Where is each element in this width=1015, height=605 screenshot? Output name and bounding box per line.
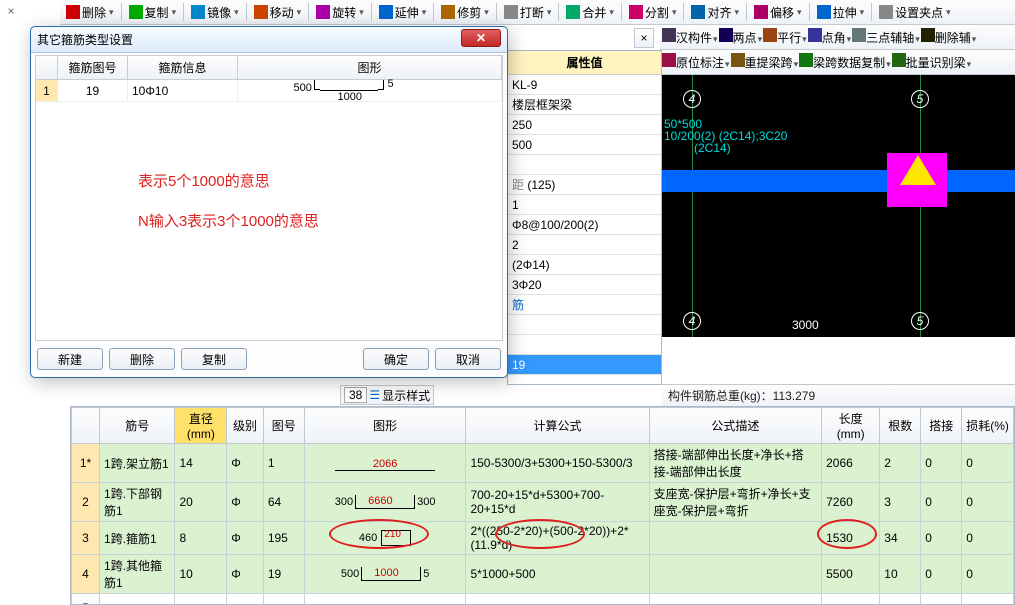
prop-row-6[interactable]: 1 <box>508 195 661 215</box>
annotation-1: 表示5个1000的意思 <box>138 170 270 191</box>
panel-close-icon[interactable]: × <box>634 28 654 48</box>
tb-分割[interactable]: 分割▾ <box>625 2 681 23</box>
tb-复制[interactable]: 复制▾ <box>125 2 181 23</box>
main-toolbar: 删除▾ 复制▾ 镜像▾ 移动▾ 旋转▾ 延伸▾ 修剪▾ 打断▾ 合并▾ 分割▾ 对齐▾ 偏移▾ 拉伸▾ 设… <box>60 0 1015 25</box>
dlg-figno-cell[interactable]: 19 <box>58 80 128 101</box>
dlg-col-shape[interactable]: 图形 <box>238 56 502 79</box>
grid-header-c0[interactable] <box>72 408 100 444</box>
node-5-bot: 5 <box>911 312 929 330</box>
grid-row-1*[interactable]: 1*1跨.架立筋114Φ12066150-5300/3+5300+150-530… <box>72 444 1014 483</box>
tb-重提梁跨[interactable]: 重提梁跨▾ <box>731 53 799 71</box>
aux-toolbar-b: 原位标注▾重提梁跨▾梁跨数据复制▾批量识别梁▾ <box>660 50 1015 75</box>
stirrup-type-dialog: 其它箍筋类型设置 ✕ 箍筋图号 箍筋信息 图形 1 19 10Φ10 500 1… <box>30 26 508 378</box>
aux-toolbar-a: 汉构件▾两点▾平行▾点角▾三点辅轴▾删除辅▾ <box>660 25 1015 50</box>
grid-header-c1[interactable]: 筋号 <box>100 408 175 444</box>
grid-row-4[interactable]: 41跨.其他箍筋110Φ19500100055*1000+50055001000 <box>72 555 1014 594</box>
display-style-button[interactable]: 显示样式 <box>382 387 430 404</box>
dlg-info-cell[interactable]: 10Φ10 <box>128 80 238 101</box>
drawing-canvas[interactable]: 4 5 4 5 50*500 10/200(2) (2C14);3C20 (2C… <box>662 75 1015 337</box>
property-header: 属性值 <box>508 51 661 75</box>
grid-header-c7[interactable]: 公式描述 <box>649 408 821 444</box>
tb-删除[interactable]: 删除▾ <box>62 2 118 23</box>
tb-汉构件[interactable]: 汉构件▾ <box>662 28 718 46</box>
tb-点角[interactable]: 点角▾ <box>808 28 852 46</box>
prop-row-13[interactable] <box>508 335 661 355</box>
grid-header-c11[interactable]: 损耗(%) <box>962 408 1014 444</box>
copy-button[interactable]: 复制 <box>181 348 247 370</box>
prop-row-2[interactable]: 250 <box>508 115 661 135</box>
tb-原位标注[interactable]: 原位标注▾ <box>662 53 730 71</box>
property-panel: 属性值 KL-9楼层框架梁250500 距 (125)1Φ8@100/200(2)… <box>507 50 662 385</box>
dlg-col-info[interactable]: 箍筋信息 <box>128 56 238 79</box>
tb-偏移[interactable]: 偏移▾ <box>750 2 806 23</box>
tb-删除辅[interactable]: 删除辅▾ <box>921 28 977 46</box>
dialog-title-bar[interactable]: 其它箍筋类型设置 ✕ <box>31 27 507 53</box>
prop-row-5[interactable]: 距 (125) <box>508 175 661 195</box>
tb-设置夹点[interactable]: 设置夹点▾ <box>875 2 955 23</box>
ok-button[interactable]: 确定 <box>363 348 429 370</box>
grid-header-c9[interactable]: 根数 <box>880 408 921 444</box>
dialog-title: 其它箍筋类型设置 <box>37 31 133 48</box>
cancel-button[interactable]: 取消 <box>435 348 501 370</box>
grid-row-2[interactable]: 21跨.下部钢筋120Φ643006660300700-20+15*d+5300… <box>72 483 1014 522</box>
dimension-label: 3000 <box>792 318 819 332</box>
annotation-2: N输入3表示3个1000的意思 <box>138 210 319 231</box>
tb-平行[interactable]: 平行▾ <box>763 28 807 46</box>
style-value[interactable]: 38 <box>344 387 367 403</box>
prop-row-11[interactable]: 筋 <box>508 295 661 315</box>
grid-row-3[interactable]: 31跨.箍筋18Φ1954602102*((250-2*20)+(500-2*2… <box>72 522 1014 555</box>
grid-header-c6[interactable]: 计算公式 <box>466 408 649 444</box>
tb-三点辅轴[interactable]: 三点辅轴▾ <box>852 28 920 46</box>
tb-旋转[interactable]: 旋转▾ <box>312 2 368 23</box>
status-bar: 构件钢筋总重(kg)：113.279 <box>662 384 1015 406</box>
dlg-col-idx <box>36 56 58 79</box>
dlg-row-1[interactable]: 1 19 10Φ10 500 1000 5 <box>36 80 502 102</box>
tb-合并[interactable]: 合并▾ <box>562 2 618 23</box>
grid-row-5[interactable]: 5 <box>72 594 1014 605</box>
tb-对齐[interactable]: 对齐▾ <box>687 2 743 23</box>
prop-row-9[interactable]: (2Φ14) <box>508 255 661 275</box>
section-label: 50*500 10/200(2) (2C14);3C20 (2C14) <box>664 119 787 155</box>
grid-header-c10[interactable]: 搭接 <box>921 408 962 444</box>
prop-row-10[interactable]: 3Φ20 <box>508 275 661 295</box>
close-icon[interactable]: × <box>4 4 18 18</box>
prop-row-8[interactable]: 2 <box>508 235 661 255</box>
tb-移动[interactable]: 移动▾ <box>250 2 306 23</box>
new-button[interactable]: 新建 <box>37 348 103 370</box>
node-4-top: 4 <box>683 90 701 108</box>
prop-row-14[interactable]: 19 <box>508 355 661 375</box>
tb-批量识别梁[interactable]: 批量识别梁▾ <box>892 53 972 71</box>
tb-拉伸[interactable]: 拉伸▾ <box>813 2 869 23</box>
grid-header-c2[interactable]: 直径(mm) <box>175 408 227 444</box>
prop-row-0[interactable]: KL-9 <box>508 75 661 95</box>
prop-row-12[interactable] <box>508 315 661 335</box>
tb-打断[interactable]: 打断▾ <box>500 2 556 23</box>
node-5-top: 5 <box>911 90 929 108</box>
tb-镜像[interactable]: 镜像▾ <box>187 2 243 23</box>
dialog-close-button[interactable]: ✕ <box>461 29 501 47</box>
prop-row-7[interactable]: Φ8@100/200(2) <box>508 215 661 235</box>
rebar-grid[interactable]: 筋号直径(mm)级别图号图形计算公式公式描述长度(mm)根数搭接损耗(%) 1*… <box>70 406 1015 605</box>
prop-row-3[interactable]: 500 <box>508 135 661 155</box>
tb-修剪[interactable]: 修剪▾ <box>437 2 493 23</box>
tb-两点[interactable]: 两点▾ <box>719 28 763 46</box>
prop-row-1[interactable]: 楼层框架梁 <box>508 95 661 115</box>
node-4-bot: 4 <box>683 312 701 330</box>
prop-row-4[interactable] <box>508 155 661 175</box>
tb-延伸[interactable]: 延伸▾ <box>375 2 431 23</box>
grid-header-c4[interactable]: 图号 <box>263 408 304 444</box>
grid-header-c8[interactable]: 长度(mm) <box>822 408 880 444</box>
style-toolbar: 38 ☰ 显示样式 <box>340 385 434 405</box>
delete-button[interactable]: 删除 <box>109 348 175 370</box>
tb-梁跨数据复制[interactable]: 梁跨数据复制▾ <box>799 53 891 71</box>
dlg-col-figno[interactable]: 箍筋图号 <box>58 56 128 79</box>
dlg-shape-cell[interactable]: 500 1000 5 <box>238 80 502 101</box>
grid-header-c3[interactable]: 级别 <box>227 408 264 444</box>
grid-header-c5[interactable]: 图形 <box>304 408 466 444</box>
